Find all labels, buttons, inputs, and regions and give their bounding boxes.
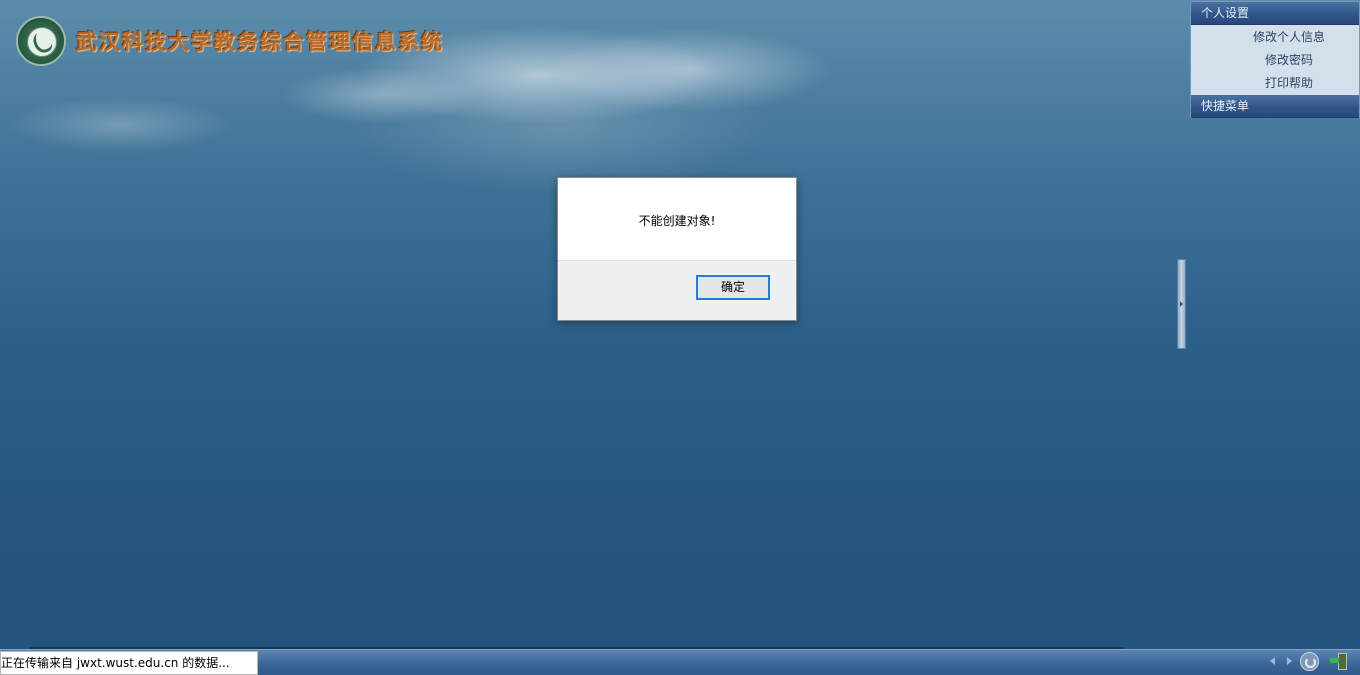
- exit-arrow-shape: [1330, 658, 1339, 663]
- right-panel: 个人设置 修改个人信息 修改密码 打印帮助 快捷菜单: [1190, 1, 1360, 118]
- personal-settings-list: 修改个人信息 修改密码 打印帮助: [1191, 25, 1359, 95]
- status-bar-text: 正在传输来自 jwxt.wust.edu.cn 的数据...: [0, 651, 258, 675]
- logo-emblem: [27, 27, 57, 57]
- quick-menu-header[interactable]: 快捷菜单: [1191, 95, 1359, 118]
- ok-button[interactable]: 确定: [696, 275, 770, 300]
- personal-settings-header[interactable]: 个人设置: [1191, 2, 1359, 25]
- university-seal-icon: [16, 16, 66, 66]
- print-help-link[interactable]: 打印帮助: [1191, 72, 1359, 95]
- site-title: 武汉科技大学教务综合管理信息系统: [76, 29, 444, 54]
- previous-arrow-icon[interactable]: [1270, 657, 1275, 665]
- dialog-message: 不能创建对象!: [638, 214, 716, 228]
- exit-icon[interactable]: [1330, 652, 1349, 671]
- next-arrow-icon[interactable]: [1287, 657, 1292, 665]
- sidebar-toggle-handle[interactable]: [1177, 259, 1186, 349]
- refresh-icon[interactable]: [1300, 652, 1319, 671]
- alert-dialog: 不能创建对象! 确定: [557, 177, 797, 321]
- exit-door-shape: [1338, 653, 1347, 670]
- dialog-footer: 确定: [558, 260, 796, 320]
- change-password-link[interactable]: 修改密码: [1191, 49, 1359, 72]
- edit-profile-link[interactable]: 修改个人信息: [1191, 26, 1359, 49]
